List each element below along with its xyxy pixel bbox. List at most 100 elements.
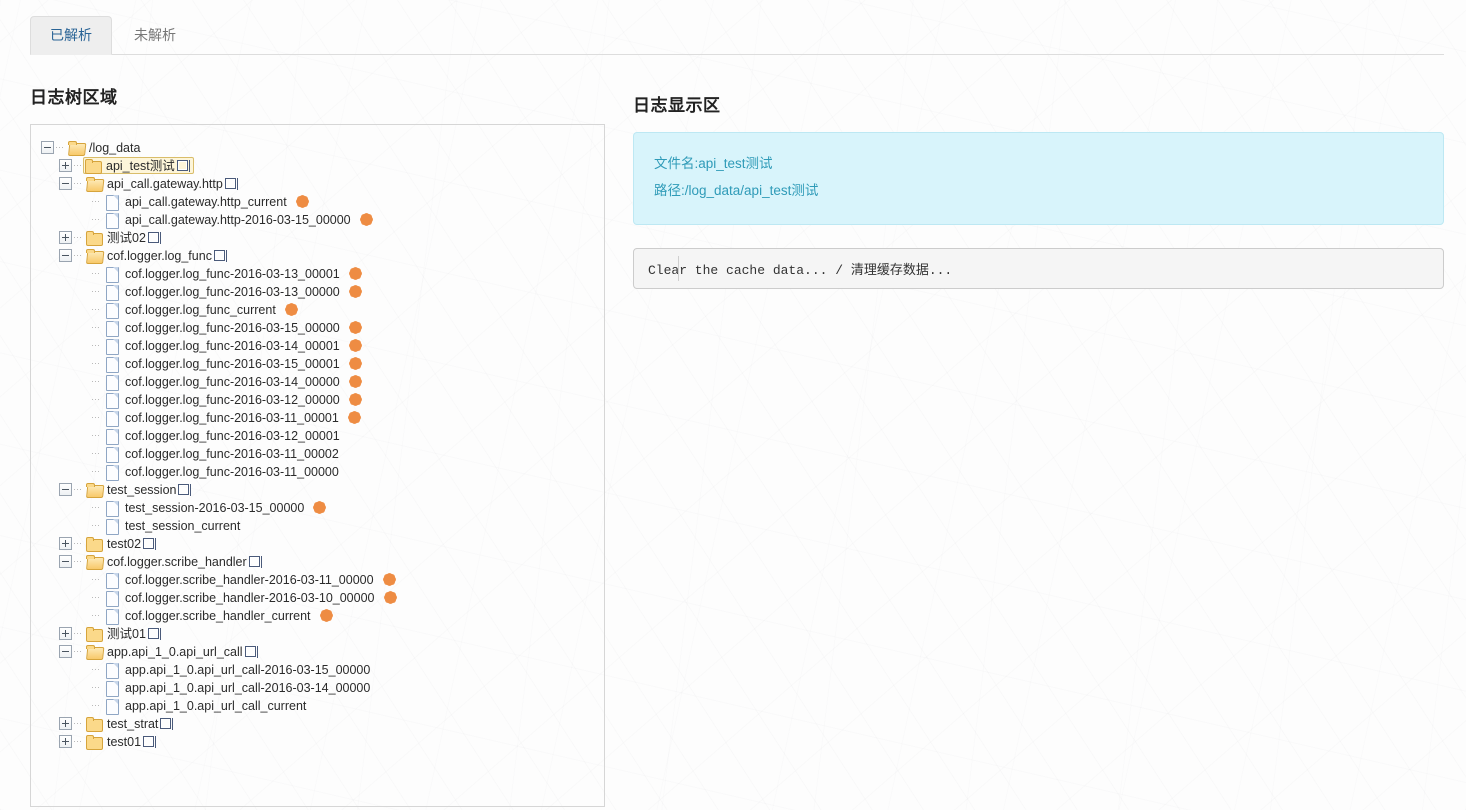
tree-node-content[interactable]: cof.logger.log_func-2016-03-12_00001 xyxy=(101,427,345,445)
tab-parsed[interactable]: 已解析 xyxy=(30,16,112,55)
tree-node-content[interactable]: api_call.gateway.http xyxy=(83,175,243,192)
tree-node-content[interactable]: api_call.gateway.http-2016-03-15_00000 xyxy=(101,211,356,229)
tree-folder-node[interactable]: test_session xyxy=(41,481,594,499)
tree-file-node[interactable]: cof.logger.scribe_handler-2016-03-10_000… xyxy=(41,589,594,607)
tree-node-content[interactable]: test_session xyxy=(83,481,196,498)
tree-file-node[interactable]: cof.logger.log_func-2016-03-15_00000 xyxy=(41,319,594,337)
tree-node-content[interactable]: cof.logger.log_func-2016-03-13_00001 xyxy=(101,265,345,283)
broken-image-marker-icon[interactable] xyxy=(296,195,309,208)
tree-folder-node[interactable]: app.api_1_0.api_url_call xyxy=(41,643,594,661)
broken-image-marker-icon[interactable] xyxy=(349,321,362,334)
tree-node-content[interactable]: cof.logger.log_func-2016-03-11_00001 xyxy=(101,409,344,427)
tree-file-node[interactable]: cof.logger.log_func_current xyxy=(41,301,594,319)
tree-node-content[interactable]: test_session-2016-03-15_00000 xyxy=(101,499,309,517)
tree-node-content[interactable]: app.api_1_0.api_url_call-2016-03-14_0000… xyxy=(101,679,375,697)
tree-file-node[interactable]: cof.logger.scribe_handler-2016-03-11_000… xyxy=(41,571,594,589)
collapse-icon[interactable] xyxy=(41,141,54,155)
collapse-icon[interactable] xyxy=(59,555,72,569)
tree-file-node[interactable]: cof.logger.log_func-2016-03-12_00001 xyxy=(41,427,594,445)
tree-node-content[interactable]: api_test测试 xyxy=(83,157,194,175)
tree-file-node[interactable]: cof.logger.log_func-2016-03-11_00002 xyxy=(41,445,594,463)
tree-folder-node[interactable]: test_strat xyxy=(41,715,594,733)
tree-node-content[interactable]: app.api_1_0.api_url_call_current xyxy=(101,697,311,715)
tree-file-node[interactable]: cof.logger.scribe_handler_current xyxy=(41,607,594,625)
tree-node-content[interactable]: 测试02 xyxy=(83,229,166,246)
broken-image-marker-icon[interactable] xyxy=(313,501,326,514)
missing-glyph-icon xyxy=(244,646,256,658)
tree-file-node[interactable]: cof.logger.log_func-2016-03-13_00001 xyxy=(41,265,594,283)
broken-image-marker-icon[interactable] xyxy=(349,375,362,388)
tree-node-content[interactable]: cof.logger.log_func_current xyxy=(101,301,281,319)
tree-folder-node[interactable]: 测试02 xyxy=(41,229,594,247)
tree-file-node[interactable]: cof.logger.log_func-2016-03-15_00001 xyxy=(41,355,594,373)
tree-node-content[interactable]: app.api_1_0.api_url_call xyxy=(83,643,263,660)
tree-folder-node[interactable]: cof.logger.log_func xyxy=(41,247,594,265)
expand-icon[interactable] xyxy=(59,537,72,551)
tree-node-content[interactable]: test_session_current xyxy=(101,517,245,535)
expand-icon[interactable] xyxy=(59,717,72,731)
tree-node-content[interactable]: api_call.gateway.http_current xyxy=(101,193,292,211)
broken-image-marker-icon[interactable] xyxy=(383,573,396,586)
broken-image-marker-icon[interactable] xyxy=(349,393,362,406)
tree-node-content[interactable]: app.api_1_0.api_url_call-2016-03-15_0000… xyxy=(101,661,375,679)
tree-file-node[interactable]: cof.logger.log_func-2016-03-12_00000 xyxy=(41,391,594,409)
log-tree-panel[interactable]: /log_data api_test测试 api_call.gateway.http… xyxy=(30,123,605,807)
tree-file-node[interactable]: test_session_current xyxy=(41,517,594,535)
broken-image-marker-icon[interactable] xyxy=(348,411,361,424)
tree-file-node[interactable]: cof.logger.log_func-2016-03-14_00000 xyxy=(41,373,594,391)
tree-folder-node[interactable]: api_call.gateway.http xyxy=(41,175,594,193)
broken-image-marker-icon[interactable] xyxy=(360,213,373,226)
expand-icon[interactable] xyxy=(59,231,72,245)
tree-node-content[interactable]: cof.logger.log_func-2016-03-11_00000 xyxy=(101,463,344,481)
tree-node-content[interactable]: cof.logger.scribe_handler-2016-03-11_000… xyxy=(101,571,379,589)
tree-folder-node[interactable]: api_test测试 xyxy=(41,157,594,175)
tree-node-content[interactable]: /log_data xyxy=(65,139,145,156)
tree-folder-node[interactable]: cof.logger.scribe_handler xyxy=(41,553,594,571)
tree-node-content[interactable]: cof.logger.log_func-2016-03-11_00002 xyxy=(101,445,344,463)
broken-image-marker-icon[interactable] xyxy=(349,285,362,298)
tree-node-content[interactable]: cof.logger.log_func-2016-03-14_00000 xyxy=(101,373,345,391)
broken-image-marker-icon[interactable] xyxy=(384,591,397,604)
broken-image-marker-icon[interactable] xyxy=(349,267,362,280)
tree-node-content[interactable]: cof.logger.scribe_handler_current xyxy=(101,607,316,625)
log-tree[interactable]: /log_data api_test测试 api_call.gateway.http… xyxy=(41,139,594,751)
tree-file-node[interactable]: app.api_1_0.api_url_call-2016-03-15_0000… xyxy=(41,661,594,679)
expand-icon[interactable] xyxy=(59,735,72,749)
collapse-icon[interactable] xyxy=(59,483,72,497)
tree-node-content[interactable]: test01 xyxy=(83,733,161,750)
tree-file-node[interactable]: api_call.gateway.http_current xyxy=(41,193,594,211)
broken-image-marker-icon[interactable] xyxy=(349,357,362,370)
tab-unparsed[interactable]: 未解析 xyxy=(114,16,196,55)
tree-file-node[interactable]: cof.logger.log_func-2016-03-11_00000 xyxy=(41,463,594,481)
tree-node-content[interactable]: cof.logger.scribe_handler xyxy=(83,553,267,570)
broken-image-marker-icon[interactable] xyxy=(320,609,333,622)
tree-node-content[interactable]: cof.logger.log_func-2016-03-12_00000 xyxy=(101,391,345,409)
tree-file-node[interactable]: app.api_1_0.api_url_call-2016-03-14_0000… xyxy=(41,679,594,697)
tree-file-node[interactable]: test_session-2016-03-15_00000 xyxy=(41,499,594,517)
collapse-icon[interactable] xyxy=(59,249,72,263)
tree-node-content[interactable]: cof.logger.log_func-2016-03-13_00000 xyxy=(101,283,345,301)
expand-icon[interactable] xyxy=(59,627,72,641)
tree-node-content[interactable]: cof.logger.log_func xyxy=(83,247,232,264)
tree-folder-node[interactable]: 测试01 xyxy=(41,625,594,643)
broken-image-marker-icon[interactable] xyxy=(285,303,298,316)
broken-image-marker-icon[interactable] xyxy=(349,339,362,352)
tree-node-content[interactable]: test_strat xyxy=(83,715,178,732)
tree-node-content[interactable]: cof.logger.log_func-2016-03-15_00001 xyxy=(101,355,345,373)
tree-node-content[interactable]: 测试01 xyxy=(83,625,166,642)
tree-node-content[interactable]: cof.logger.scribe_handler-2016-03-10_000… xyxy=(101,589,380,607)
tree-file-node[interactable]: api_call.gateway.http-2016-03-15_00000 xyxy=(41,211,594,229)
tree-node-content[interactable]: test02 xyxy=(83,535,161,552)
tree-folder-node[interactable]: test02 xyxy=(41,535,594,553)
tree-file-node[interactable]: cof.logger.log_func-2016-03-11_00001 xyxy=(41,409,594,427)
tree-file-node[interactable]: app.api_1_0.api_url_call_current xyxy=(41,697,594,715)
tree-file-node[interactable]: cof.logger.log_func-2016-03-13_00000 xyxy=(41,283,594,301)
tree-file-node[interactable]: cof.logger.log_func-2016-03-14_00001 xyxy=(41,337,594,355)
tree-node-content[interactable]: cof.logger.log_func-2016-03-14_00001 xyxy=(101,337,345,355)
expand-icon[interactable] xyxy=(59,159,72,173)
collapse-icon[interactable] xyxy=(59,177,72,191)
tree-folder-node[interactable]: test01 xyxy=(41,733,594,751)
collapse-icon[interactable] xyxy=(59,645,72,659)
tree-folder-node[interactable]: /log_data xyxy=(41,139,594,157)
tree-node-content[interactable]: cof.logger.log_func-2016-03-15_00000 xyxy=(101,319,345,337)
